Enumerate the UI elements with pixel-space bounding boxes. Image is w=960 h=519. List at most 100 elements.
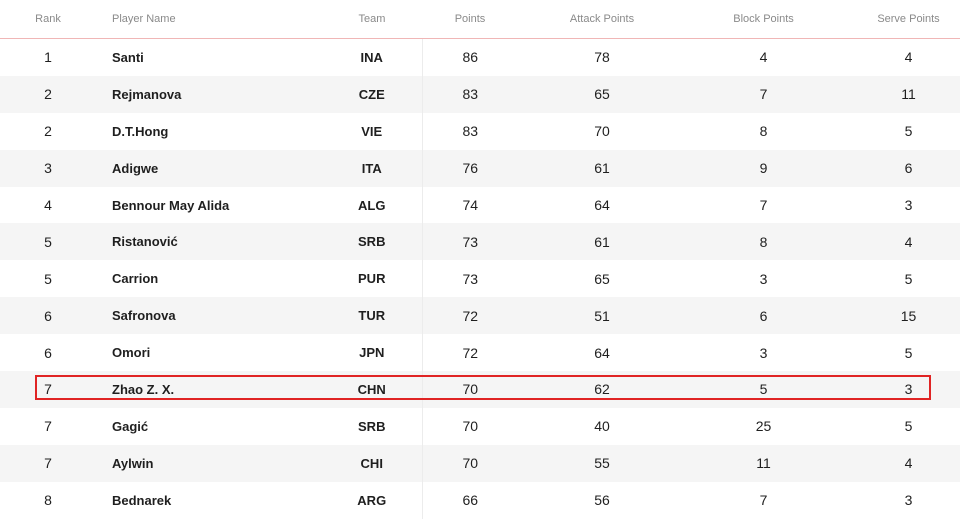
points-cell: 70 [421,407,518,445]
team-cell: TUR [322,297,422,335]
attack-points-cell: 65 [518,75,686,113]
serve-points-cell: 6 [841,149,960,187]
team-cell: ARG [357,492,387,508]
serve-points-cell: 3 [904,197,913,213]
table-row[interactable]: 6 Omori JPN 72 64 3 5 [0,334,960,372]
rank-cell: 5 [44,270,52,287]
rank-cell: 7 [0,444,96,482]
table-row[interactable]: 5 Carrion PUR 73 65 3 5 [0,260,960,298]
points-cell: 72 [421,297,518,335]
table-row[interactable]: 5 Ristanović SRB 73 61 8 4 [0,223,960,261]
team-cell: SRB [358,418,386,434]
team-cell: PUR [358,271,386,287]
player-name-cell: Gagić [112,418,149,434]
attack-points-cell: 56 [594,492,610,509]
team-header[interactable]: Team [322,0,422,39]
attack-points-cell: 70 [594,123,610,140]
points-cell: 70 [421,444,518,482]
block-points-cell: 11 [686,444,841,482]
team-cell: SRB [322,223,422,261]
table-row[interactable]: 7 Zhao Z. X. CHN 70 62 5 3 [0,371,960,408]
rank-cell: 8 [44,492,52,509]
attack-points-cell: 62 [518,371,686,408]
rank-cell: 6 [44,344,52,361]
table-row[interactable]: 8 Bednarek ARG 66 56 7 3 [0,481,960,519]
header-row: Rank Player Name Team Points Attack Poin… [0,0,960,39]
player-name-cell: Rejmanova [96,75,322,113]
team-cell: ALG [358,197,386,213]
points-cell: 86 [421,38,518,76]
player-name-cell: Safronova [96,297,322,335]
rank-cell: 7 [44,418,52,435]
block-points-cell: 3 [759,344,768,361]
player-name-cell: Bednarek [112,492,172,508]
serve-points-cell: 15 [841,297,960,335]
block-points-cell: 6 [686,297,841,335]
serve-points-cell: 5 [904,418,913,435]
team-cell: CZE [322,75,422,113]
table-row[interactable]: 7 Gagić SRB 70 40 25 5 [0,407,960,445]
block-points-cell: 9 [686,149,841,187]
block-points-cell: 25 [755,418,772,435]
stats-table: Rank Player Name Team Points Attack Poin… [0,0,960,519]
block-points-cell: 7 [759,197,768,213]
player-name-cell: Bennour May Alida [112,197,230,213]
points-header[interactable]: Points [422,0,518,39]
table-row[interactable]: 6 Safronova TUR 72 51 6 15 [0,297,960,335]
table-row[interactable]: 3 Adigwe ITA 76 61 9 6 [0,149,960,187]
rank-cell: 2 [0,75,96,113]
block-points-cell: 8 [686,223,841,261]
serve-points-cell: 5 [904,344,913,361]
block-points-header[interactable]: Block Points [686,0,841,39]
table-row[interactable]: 2 D.T.Hong VIE 83 70 8 5 [0,112,960,150]
player-name-cell: Carrion [112,271,159,287]
block-points-cell: 4 [759,49,768,66]
points-cell: 83 [421,112,518,150]
table-row[interactable]: 1 Santi INA 86 78 4 4 [0,38,960,76]
block-points-cell: 7 [686,75,841,113]
team-cell: CHN [322,371,422,408]
player-name-cell: Zhao Z. X. [96,371,322,408]
team-cell: CHI [322,444,422,482]
attack-points-header[interactable]: Attack Points [518,0,686,39]
attack-points-cell: 40 [594,418,610,435]
rank-cell: 3 [0,149,96,187]
serve-points-header[interactable]: Serve Points [841,0,960,39]
points-cell: 73 [421,223,518,261]
team-cell: ITA [322,149,422,187]
attack-points-cell: 65 [594,270,610,287]
player-name-cell: Santi [112,49,144,65]
team-cell: VIE [361,123,383,139]
serve-points-cell: 4 [904,49,913,66]
rank-cell: 7 [0,371,96,408]
rank-cell: 6 [0,297,96,335]
block-points-cell: 7 [759,492,768,509]
table-row[interactable]: 7 Aylwin CHI 70 55 11 4 [0,444,960,482]
attack-points-cell: 61 [518,223,686,261]
rank-cell: 4 [44,197,52,213]
serve-points-cell: 5 [904,270,913,287]
block-points-cell: 8 [759,123,768,140]
attack-points-cell: 78 [594,49,610,66]
team-cell: JPN [359,345,385,361]
player-name-cell: Adigwe [96,149,322,187]
block-points-cell: 3 [759,270,768,287]
attack-points-cell: 64 [594,344,610,361]
player-name-header[interactable]: Player Name [96,0,322,39]
points-cell: 66 [421,481,518,519]
attack-points-cell: 55 [518,444,686,482]
player-name-cell: D.T.Hong [112,123,169,139]
points-cell: 73 [421,260,518,298]
points-cell: 72 [421,334,518,372]
serve-points-cell: 3 [904,492,913,509]
block-points-cell: 5 [686,371,841,408]
points-cell: 70 [421,371,518,408]
table-row[interactable]: 4 Bennour May Alida ALG 74 64 7 3 [0,186,960,224]
serve-points-cell: 4 [841,223,960,261]
rank-cell: 5 [0,223,96,261]
table-row[interactable]: 2 Rejmanova CZE 83 65 7 11 [0,75,960,113]
rank-header[interactable]: Rank [0,0,96,39]
attack-points-cell: 61 [518,149,686,187]
player-name-cell: Ristanović [96,223,322,261]
rank-cell: 2 [44,123,52,140]
